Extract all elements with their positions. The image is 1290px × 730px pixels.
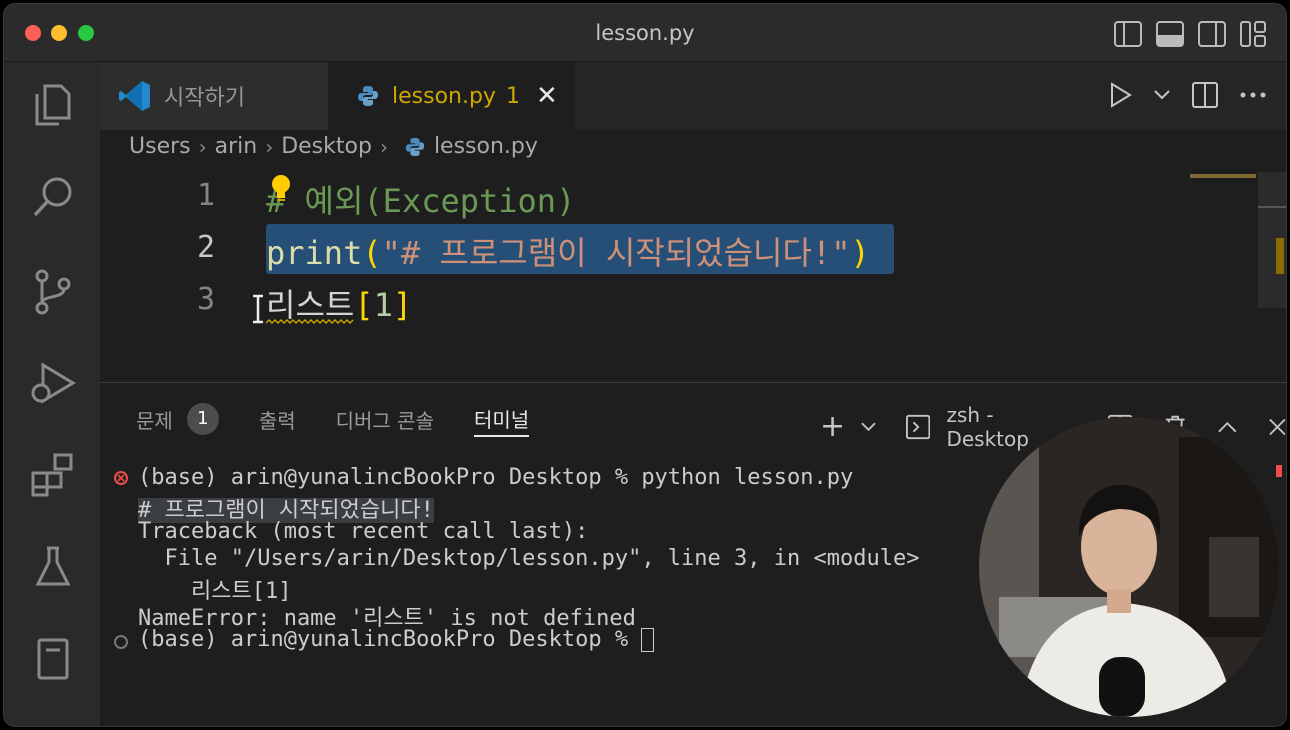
toggle-primary-sidebar-icon[interactable] [1114,21,1142,47]
split-editor-icon[interactable] [1192,82,1218,108]
explorer-icon[interactable] [28,80,78,130]
extensions-icon[interactable] [28,450,78,500]
title-bar: lesson.py [4,4,1286,62]
chevron-right-icon: › [198,134,207,159]
line-number: 1 [196,178,215,213]
error-scroll-marker [1276,465,1282,477]
webcam-overlay [979,417,1279,717]
code-line[interactable]: 2 print("# 프로그램이 시작되었습니다!") [100,224,1000,324]
editor-scrollbar[interactable] [1258,172,1286,308]
tab-label: 출력 [258,408,296,433]
tab-debug-console[interactable]: 디버그 콘솔 [336,401,434,437]
customize-layout-icon[interactable] [1240,21,1266,47]
number-literal: 1 [373,286,393,324]
chevron-down-icon[interactable] [861,422,876,432]
bracket-open: [ [354,286,374,324]
toggle-panel-icon[interactable] [1156,21,1184,47]
paren-open: ( [362,234,382,272]
vscode-window: lesson.py 시작하기 lesson.py 1 ✕ Users › ari… [3,3,1287,727]
toggle-secondary-sidebar-icon[interactable] [1198,21,1226,47]
code-editor[interactable]: 1 # 예외(Exception) 2 print("# 프로그램이 시작되었습… [100,172,1256,377]
notebook-icon[interactable] [28,634,78,684]
minimap-indicator [1190,174,1256,178]
chevron-down-icon[interactable] [1154,90,1170,100]
close-tab-icon[interactable]: ✕ [536,81,558,111]
tab-output[interactable]: 출력 [259,401,296,437]
close-panel-icon[interactable] [1269,418,1286,436]
code-line[interactable]: 3 리스트[1] [100,276,1000,328]
more-actions-icon[interactable] [1240,92,1266,98]
problems-count-badge: 1 [186,403,219,435]
tab-welcome[interactable]: 시작하기 [100,62,328,130]
tab-label: lesson.py [392,83,496,109]
string-literal: "# 프로그램이 시작되었습니다!" [381,234,851,272]
breadcrumb-item[interactable]: lesson.py [434,134,538,159]
command-decoration-icon[interactable] [114,635,128,649]
terminal-line: 리스트[1] [138,579,292,604]
breadcrumb-item[interactable]: arin [215,134,258,159]
warning-squiggle [266,319,354,324]
vscode-logo-icon [119,81,150,111]
tab-label: 디버그 콘솔 [335,408,434,433]
tab-problems[interactable]: 문제 1 [136,401,219,437]
tab-label: 문제 [136,408,173,433]
tab-label: 시작하기 [164,86,245,111]
run-and-debug-icon[interactable] [28,358,78,408]
chevron-right-icon: › [265,134,274,159]
line-number: 3 [196,282,215,317]
tab-problems-count: 1 [505,83,520,109]
chevron-right-icon: › [379,134,388,159]
terminal-line: (base) arin@yunalincBookPro Desktop % py… [138,465,854,490]
breadcrumb-item[interactable]: Desktop [281,134,372,159]
maximize-panel-icon[interactable] [1218,421,1237,433]
bracket-close: ] [392,286,413,324]
testing-icon[interactable] [28,542,78,592]
search-icon[interactable] [28,172,78,222]
activity-bar [4,62,100,726]
terminal-line: File "/Users/arin/Desktop/lesson.py", li… [138,546,920,571]
python-file-icon [405,137,425,156]
paren-close: ) [850,234,870,272]
error-decoration-icon[interactable] [114,471,128,485]
terminal-prompt: (base) arin@yunalincBookPro Desktop % [138,627,642,652]
comment-text: 예외(Exception) [285,182,576,220]
scrollbar-marker [1276,238,1284,274]
run-python-file-icon[interactable] [1110,82,1132,108]
tab-label: 터미널 [473,407,530,432]
overview-ruler-line [1258,206,1286,208]
line-number: 2 [196,230,215,265]
terminal-line: Traceback (most recent call last): [138,519,589,544]
new-terminal-icon[interactable]: + [820,412,845,442]
terminal-icon [906,414,931,440]
tab-lesson-py[interactable]: lesson.py 1 ✕ [328,62,574,130]
source-control-icon[interactable] [28,267,78,317]
window-title: lesson.py [595,21,695,45]
terminal-cursor [641,628,655,652]
python-file-icon [358,86,378,106]
function-name: print [266,234,363,272]
code-line[interactable]: 1 # 예외(Exception) [100,172,1000,224]
editor-tab-bar: 시작하기 lesson.py 1 ✕ [100,62,1286,130]
breadcrumb: Users › arin › Desktop › lesson.py [129,134,538,159]
terminal-line: NameError: name '리스트' is not defined [138,606,636,631]
tab-terminal[interactable]: 터미널 [473,401,530,437]
breadcrumb-item[interactable]: Users [129,134,191,159]
lightbulb-icon[interactable] [270,174,292,204]
